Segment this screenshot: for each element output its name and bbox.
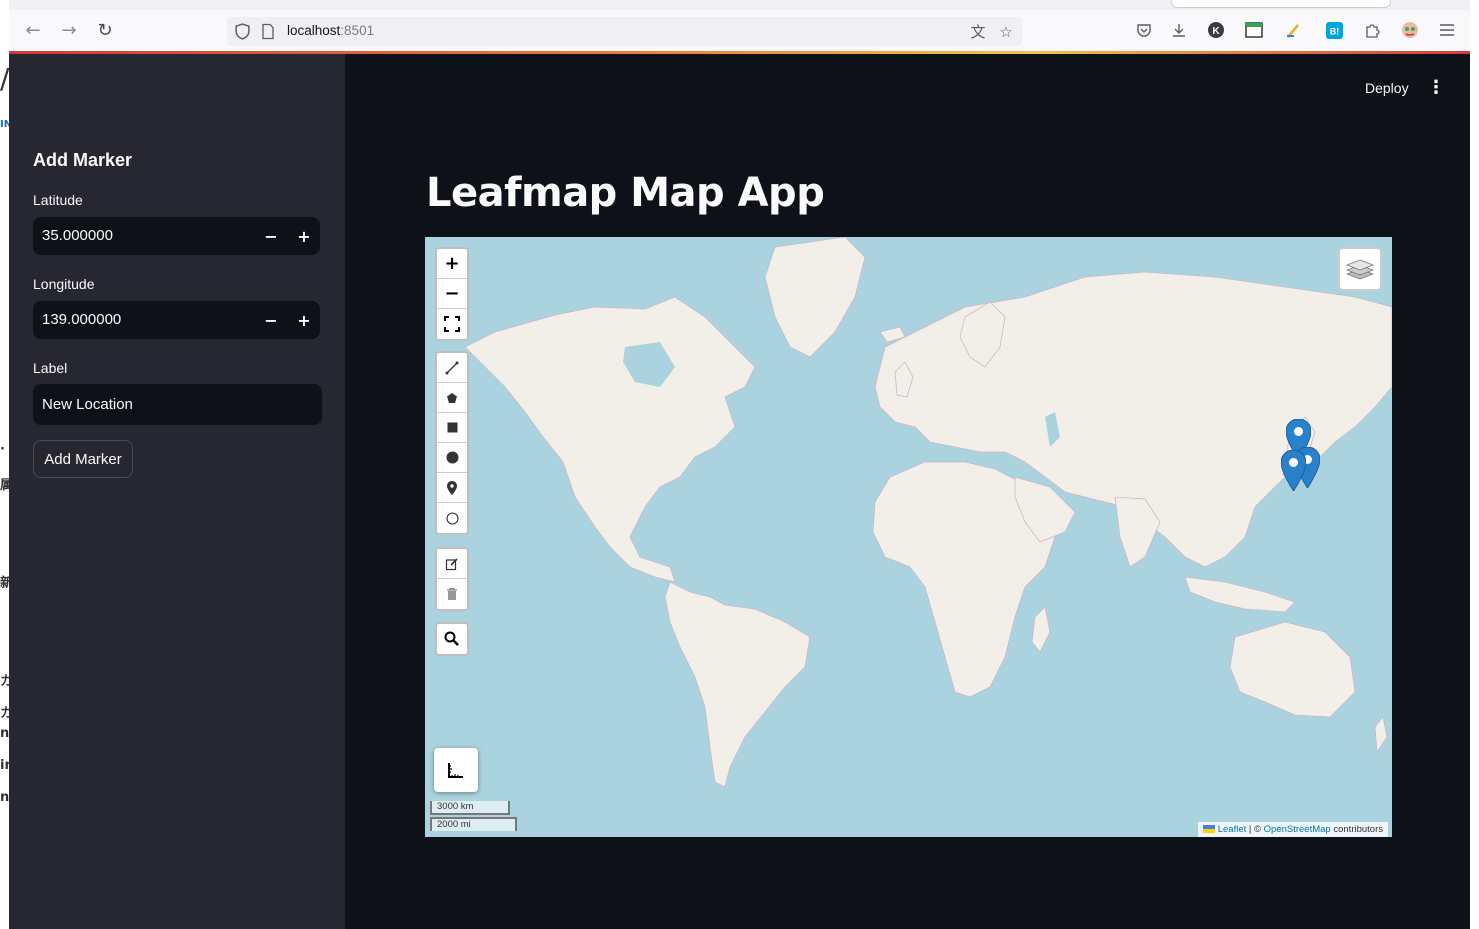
polyline-icon[interactable] [437,353,467,383]
url-port: :8501 [340,23,375,38]
label-input[interactable] [33,384,322,425]
url-host: localhost [287,23,341,38]
land-australia [1229,621,1356,718]
forward-icon[interactable]: → [53,10,85,51]
circlemarker-icon[interactable] [437,503,467,533]
url-text[interactable]: localhost:8501 [287,23,374,38]
marker-icon[interactable] [437,473,467,503]
bookmark-star-icon[interactable]: ☆ [997,23,1015,41]
back-icon[interactable]: ← [17,10,49,51]
longitude-label: Longitude [33,276,95,292]
edit-icon[interactable] [437,549,467,579]
extension-hatena-icon[interactable]: B! [1323,19,1345,41]
land-indonesia [1184,576,1296,613]
map-attribution: Leaflet | © OpenStreetMap contributors [1198,822,1388,837]
label-text-field[interactable] [34,385,321,424]
land-new-zealand [1374,716,1388,754]
scale-metric: 3000 km [430,801,510,815]
pocket-icon[interactable] [1133,19,1155,41]
measure-ruler-icon[interactable] [434,748,478,792]
translate-icon[interactable]: 文 [969,23,987,41]
fullscreen-icon[interactable] [437,309,467,339]
latitude-decrement-button[interactable]: − [255,217,287,255]
deploy-button[interactable]: Deploy [1365,80,1409,96]
sidebar-heading: Add Marker [33,150,133,170]
search-icon[interactable] [437,624,467,654]
attribution-separator: | © [1248,824,1261,835]
openstreetmap-link[interactable]: OpenStreetMap [1264,824,1331,835]
latitude-increment-button[interactable]: + [288,217,320,255]
sidebar: Add Marker Latitude 35.000000 − + Longit… [9,54,345,929]
search-control [435,622,469,656]
extension-pen-icon[interactable] [1282,19,1304,41]
zoom-in-button[interactable]: + [437,249,467,279]
extension-k-icon[interactable]: K [1205,19,1227,41]
background-glyph: n [0,790,10,805]
background-page-left: / IN · 属 新 カ カ na in n [0,0,18,929]
latitude-input[interactable]: 35.000000 − + [33,217,320,255]
rectangle-icon[interactable] [437,413,467,443]
reload-icon[interactable]: ↻ [89,10,121,51]
address-bar[interactable]: localhost:8501 文 ☆ [227,17,1022,46]
circle-icon[interactable] [437,443,467,473]
zoom-control: + − [435,247,469,341]
browser-window: ← → ↻ localhost:8501 文 ☆ K B! Add Marker… [9,0,1470,929]
kebab-menu-icon[interactable]: ⋮ [1427,78,1445,98]
land-south-america [664,581,811,788]
scale-imperial: 2000 mi [430,817,517,831]
page-title: Leafmap Map App [426,170,825,216]
svg-text:K: K [1212,26,1220,37]
extension-table-icon[interactable] [1243,19,1265,41]
popup-edge [1171,0,1391,8]
landmasses [464,237,1392,788]
land-north-america [464,296,756,583]
longitude-input[interactable]: 139.000000 − + [33,301,320,339]
land-greenland [764,237,866,358]
hamburger-menu-icon[interactable] [1436,19,1458,41]
polygon-icon[interactable] [437,383,467,413]
edit-toolbar [435,547,469,611]
trash-icon[interactable] [437,579,467,609]
shield-icon [235,23,250,40]
leaflet-link[interactable]: Leaflet [1218,824,1247,835]
map-marker[interactable] [1281,450,1306,491]
longitude-value[interactable]: 139.000000 [42,311,121,328]
extensions-puzzle-icon[interactable] [1361,19,1383,41]
background-glyph: · [0,442,5,457]
longitude-decrement-button[interactable]: − [255,301,287,339]
latitude-value[interactable]: 35.000000 [42,227,113,244]
background-page-right [1469,0,1479,929]
page-icon [262,23,274,40]
add-marker-button[interactable]: Add Marker [33,440,133,478]
draw-toolbar [435,351,469,535]
layers-icon[interactable] [1338,247,1382,291]
ukraine-flag-icon [1203,825,1216,834]
map-container[interactable]: + − 3000 km 2000 mi Leaflet | © OpenStre… [425,237,1392,837]
profile-avatar-icon[interactable] [1399,19,1421,41]
attribution-suffix: contributors [1333,824,1383,835]
land-madagascar [1031,606,1051,653]
svg-text:B!: B! [1329,26,1339,36]
label-field-label: Label [33,360,68,376]
longitude-increment-button[interactable]: + [288,301,320,339]
world-basemap[interactable] [425,237,1392,837]
zoom-out-button[interactable]: − [437,279,467,309]
latitude-label: Latitude [33,192,83,208]
download-icon[interactable] [1168,19,1190,41]
